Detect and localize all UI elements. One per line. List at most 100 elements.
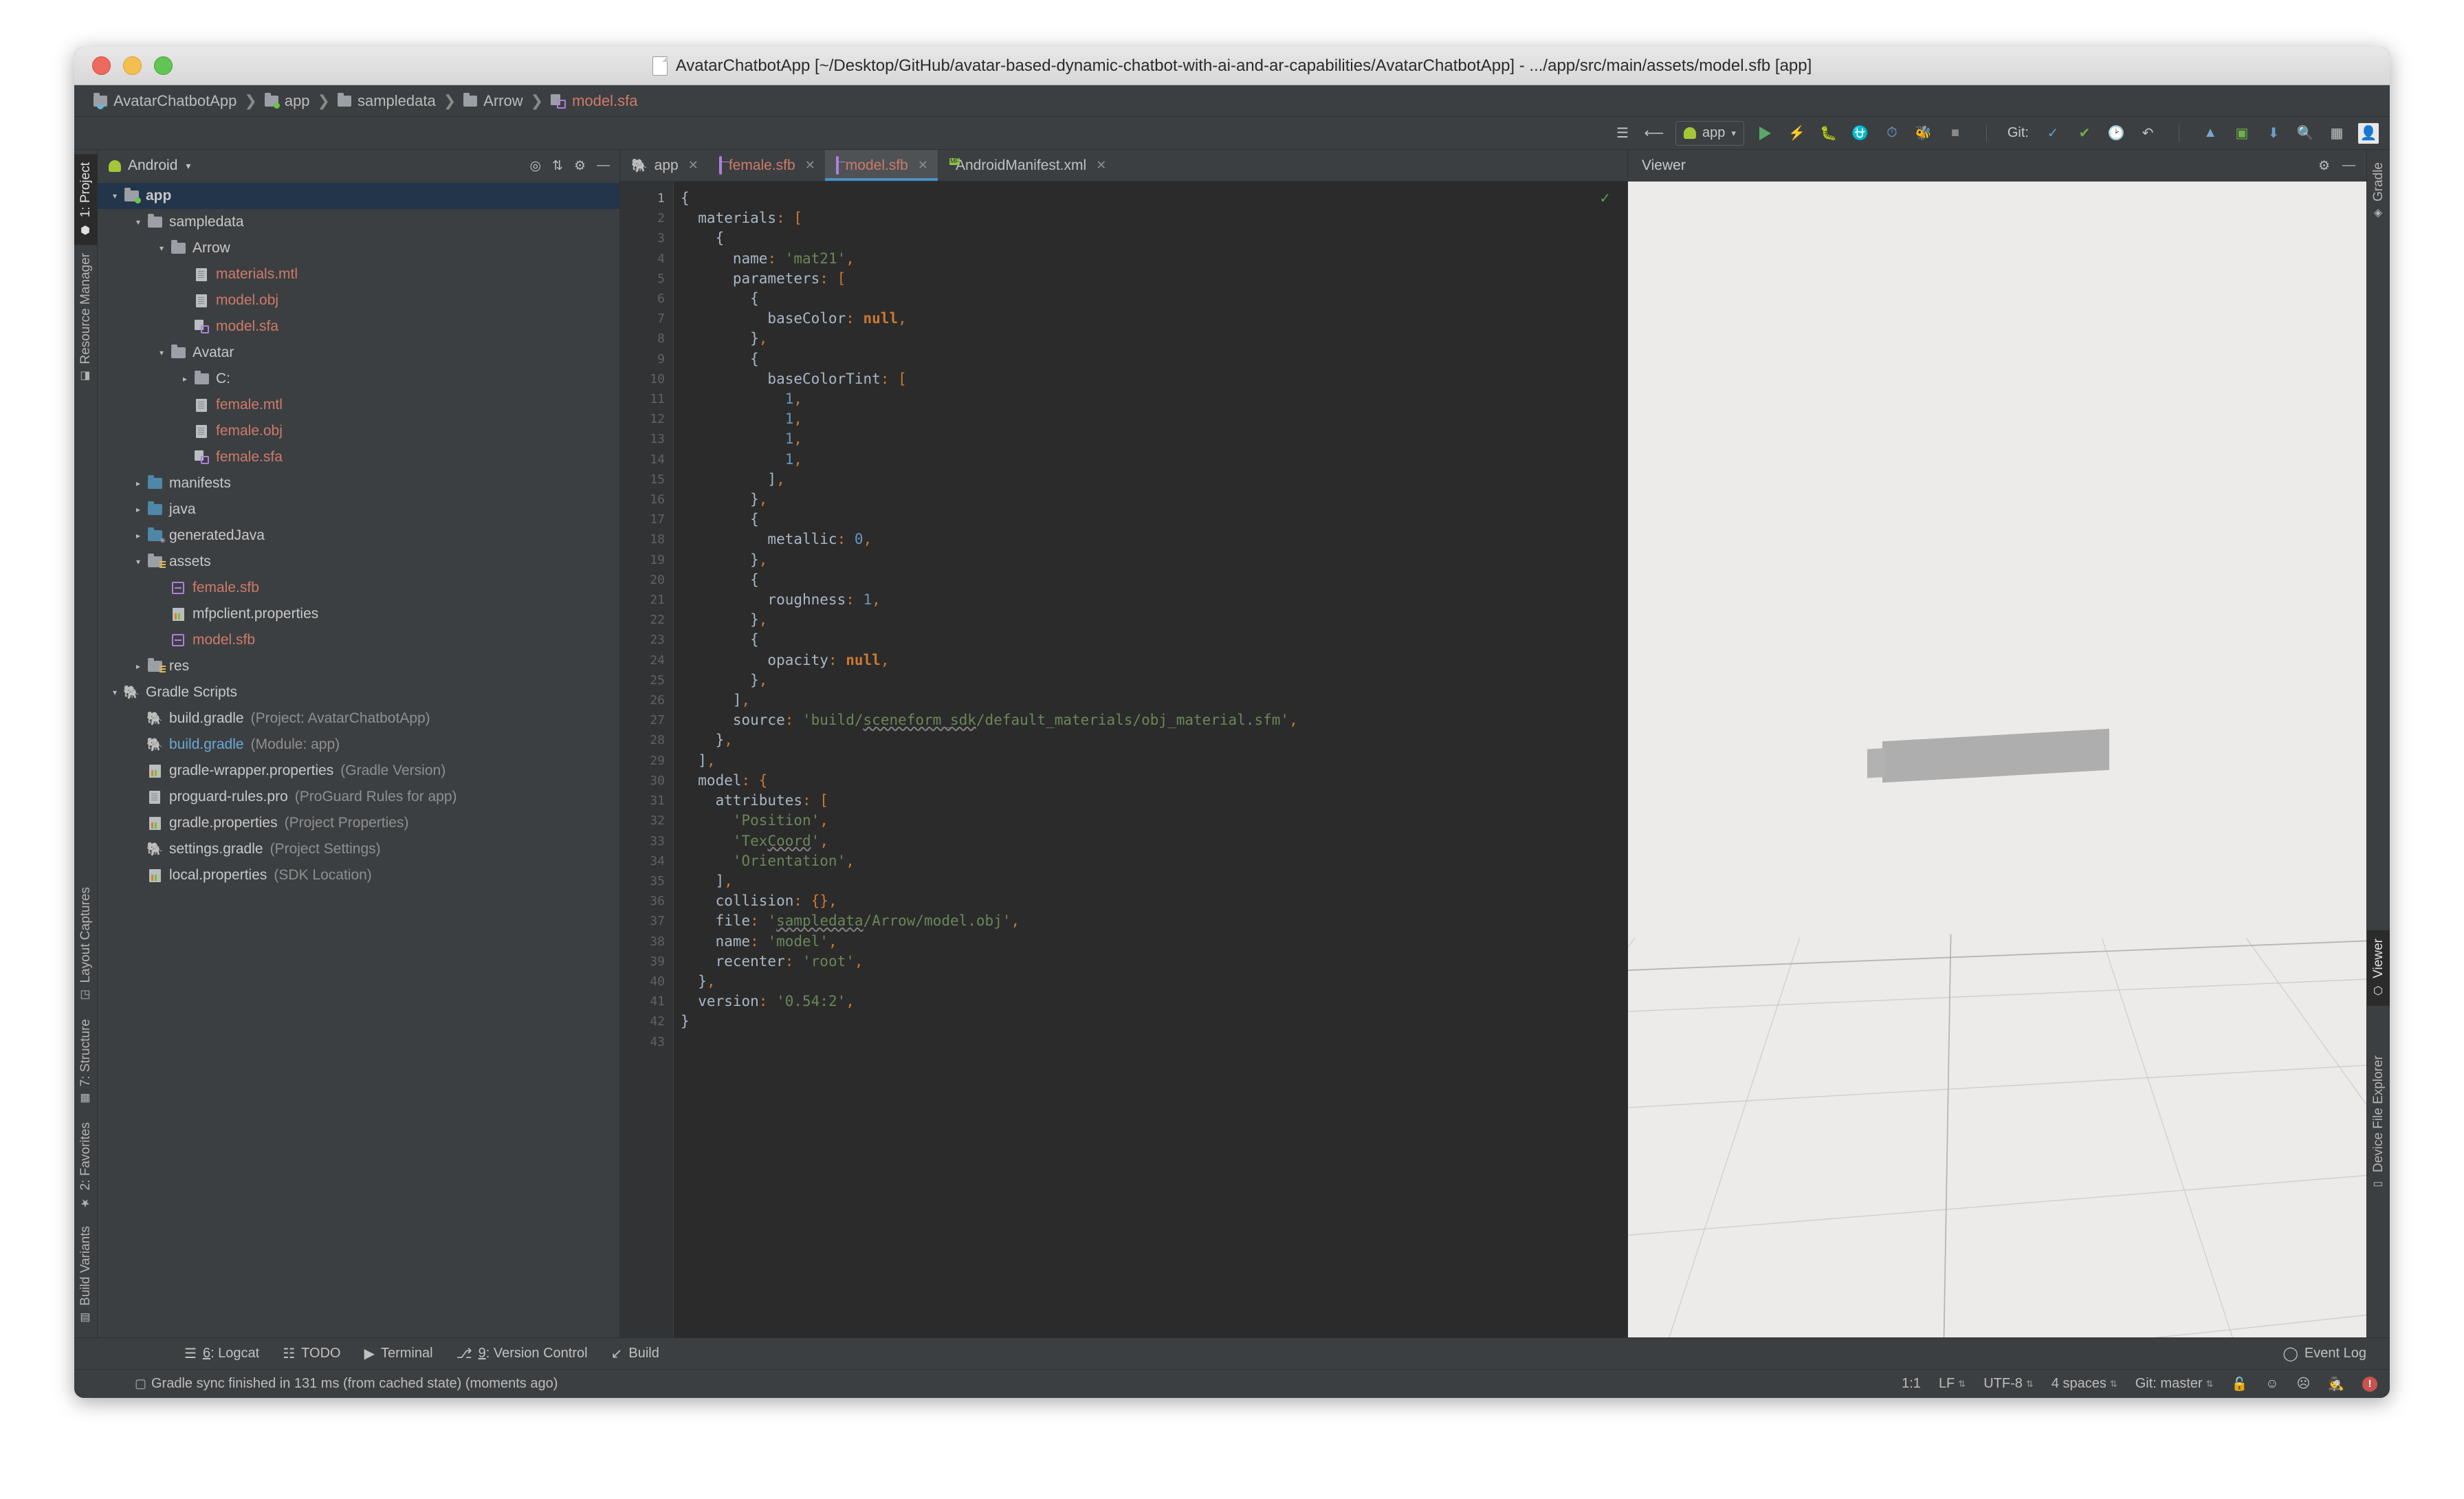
tree-row[interactable]: ▸java — [98, 496, 619, 523]
profile-icon[interactable]: ⏱ — [1882, 123, 1902, 144]
lock-open-icon[interactable]: 🔓 — [2231, 1376, 2247, 1392]
tool-window-tab-7-structure[interactable]: ▦7: Structure — [74, 1011, 98, 1114]
window-controls[interactable] — [92, 56, 173, 75]
tree-row[interactable]: ▸model.sfa — [98, 314, 619, 340]
tree-row[interactable]: ▸female.sfb — [98, 575, 619, 601]
expand-arrow-closed-icon[interactable]: ▸ — [131, 505, 146, 514]
tree-row[interactable]: ▸female.obj — [98, 418, 619, 444]
bookmark-icon[interactable]: ▢ — [135, 1377, 146, 1391]
close-tab-icon[interactable]: ✕ — [688, 158, 698, 173]
tool-window-tab-gradle[interactable]: ◈Gradle — [2367, 154, 2390, 229]
editor-tab-androidmanifest-xml[interactable]: AndroidManifest.xml✕ — [938, 150, 1116, 181]
tree-row[interactable]: ▸proguard-rules.pro(ProGuard Rules for a… — [98, 784, 619, 810]
editor-tab-app[interactable]: 🐘app✕ — [620, 150, 708, 181]
tree-row[interactable]: ▸mfpclient.properties — [98, 601, 619, 627]
expand-arrow-open-icon[interactable]: ▾ — [131, 217, 146, 227]
event-log-button[interactable]: ◯ Event Log — [2283, 1345, 2366, 1362]
tree-row[interactable]: ▸gradle-wrapper.properties(Gradle Versio… — [98, 758, 619, 784]
model-3d-canvas[interactable] — [1628, 182, 2366, 1337]
tool-window-tab-layout-captures[interactable]: ◱Layout Captures — [74, 879, 98, 1010]
update-project-icon[interactable]: ✓ — [2043, 123, 2063, 144]
expand-arrow-closed-icon[interactable]: ▸ — [131, 740, 146, 750]
expand-arrow-closed-icon[interactable]: ▸ — [131, 714, 146, 723]
expand-arrow-closed-icon[interactable]: ▸ — [131, 844, 146, 854]
caret-position[interactable]: 1:1 — [1902, 1376, 1921, 1392]
expand-arrow-closed-icon[interactable]: ▸ — [177, 426, 192, 436]
expand-arrow-closed-icon[interactable]: ▸ — [154, 609, 169, 619]
settings-gear-icon[interactable]: ⚙ — [574, 158, 586, 174]
inspection-status-icon[interactable]: ✓ — [1599, 190, 1611, 207]
project-view-selector[interactable]: Android — [128, 157, 177, 174]
tool-window-todo[interactable]: ☷TODO — [283, 1345, 340, 1362]
run-configuration-selector[interactable]: app ▾ — [1675, 121, 1744, 146]
expand-arrow-open-icon[interactable]: ▾ — [107, 191, 122, 201]
tree-row[interactable]: ▸materials.mtl — [98, 261, 619, 287]
tree-row[interactable]: ▾sampledata — [98, 209, 619, 235]
hide-icon[interactable]: — — [597, 158, 610, 173]
encoding-selector[interactable]: UTF-8⇅ — [1983, 1376, 2034, 1392]
happy-face-icon[interactable]: ☺ — [2265, 1377, 2278, 1392]
expand-arrow-closed-icon[interactable]: ▸ — [177, 270, 192, 279]
tree-row[interactable]: ▸model.obj — [98, 287, 619, 314]
close-tab-icon[interactable]: ✕ — [1096, 158, 1106, 173]
editor-tab-female-sfb[interactable]: female.sfb✕ — [708, 150, 825, 181]
device-download-icon[interactable]: ⬇ — [2263, 123, 2284, 144]
tool-window-tab-resource-manager[interactable]: ◧Resource Manager — [74, 245, 98, 392]
project-structure-icon[interactable]: ☰ — [1612, 123, 1633, 144]
expand-arrow-closed-icon[interactable]: ▸ — [154, 635, 169, 645]
select-opened-file-icon[interactable]: ◎ — [529, 158, 541, 174]
tree-row[interactable]: ▾Arrow — [98, 235, 619, 261]
expand-arrow-closed-icon[interactable]: ▸ — [177, 452, 192, 462]
tool-window-logcat[interactable]: ☰6: Logcat — [184, 1345, 259, 1362]
tree-row[interactable]: ▸res — [98, 653, 619, 679]
git-branch-selector[interactable]: Git: master⇅ — [2135, 1376, 2214, 1392]
attach-debugger-icon[interactable]: ⛎ — [1850, 123, 1871, 144]
tree-row[interactable]: ▸female.mtl — [98, 392, 619, 418]
tree-row[interactable]: ▸generatedJava — [98, 523, 619, 549]
expand-arrow-open-icon[interactable]: ▾ — [131, 557, 146, 567]
editor-tab-model-sfb[interactable]: model.sfb✕ — [825, 150, 938, 181]
expand-arrow-closed-icon[interactable]: ▸ — [131, 531, 146, 540]
run-instant-icon[interactable]: 🐝 — [1913, 123, 1934, 144]
expand-arrow-closed-icon[interactable]: ▸ — [131, 792, 146, 802]
run-icon[interactable] — [1755, 123, 1776, 144]
expand-arrow-open-icon[interactable]: ▾ — [107, 688, 122, 697]
line-separator-selector[interactable]: LF⇅ — [1939, 1376, 1966, 1392]
expand-arrow-closed-icon[interactable]: ▸ — [154, 583, 169, 593]
settings-gear-icon[interactable]: ⚙ — [2318, 158, 2330, 174]
tree-row[interactable]: ▾🐘Gradle Scripts — [98, 679, 619, 705]
layout-inspector-icon[interactable]: ▦ — [2326, 123, 2347, 144]
build-hammer-icon[interactable]: ⟵ — [1644, 123, 1664, 144]
apply-changes-icon[interactable]: ⚡ — [1787, 123, 1807, 144]
tree-row[interactable]: ▸model.sfb — [98, 627, 619, 653]
breadcrumb-item-model-sfa[interactable]: model.sfa — [551, 92, 637, 110]
expand-arrow-closed-icon[interactable]: ▸ — [177, 296, 192, 305]
expand-arrow-closed-icon[interactable]: ▸ — [177, 374, 192, 384]
tree-row[interactable]: ▸manifests — [98, 470, 619, 496]
tool-window-tab-1-project[interactable]: ⬢1: Project — [74, 154, 98, 245]
tool-window-build[interactable]: ↙Build — [611, 1345, 659, 1362]
close-window-button[interactable] — [92, 56, 111, 75]
tree-row[interactable]: ▾assets — [98, 549, 619, 575]
stop-icon[interactable]: ■ — [1945, 123, 1966, 144]
expand-arrow-closed-icon[interactable]: ▸ — [131, 479, 146, 488]
expand-arrow-closed-icon[interactable]: ▸ — [131, 766, 146, 776]
tree-row[interactable]: ▸gradle.properties(Project Properties) — [98, 810, 619, 836]
history-icon[interactable]: 🕑 — [2106, 123, 2126, 144]
sdk-manager-icon[interactable]: ▲ — [2200, 123, 2221, 144]
close-tab-icon[interactable]: ✕ — [918, 158, 928, 173]
commit-icon[interactable]: ✔ — [2074, 123, 2095, 144]
inspector-icon[interactable]: 🕵 — [2328, 1376, 2344, 1392]
tool-window-version-control[interactable]: ⎇9: Version Control — [456, 1345, 588, 1362]
error-badge-icon[interactable]: ! — [2362, 1377, 2377, 1392]
expand-arrow-closed-icon[interactable]: ▸ — [131, 818, 146, 828]
hide-icon[interactable]: — — [2342, 158, 2355, 174]
tree-row[interactable]: ▸🐘settings.gradle(Project Settings) — [98, 836, 619, 862]
tool-window-tab-build-variants[interactable]: ▤Build Variants — [74, 1218, 98, 1333]
breadcrumb-item-sampledata[interactable]: sampledata — [338, 92, 436, 110]
tree-row[interactable]: ▸🐘build.gradle(Module: app) — [98, 732, 619, 758]
editor-tabs[interactable]: 🐘app✕female.sfb✕model.sfb✕AndroidManifes… — [620, 150, 1627, 182]
close-tab-icon[interactable]: ✕ — [805, 158, 815, 173]
tree-row[interactable]: ▸female.sfa — [98, 444, 619, 470]
maximize-window-button[interactable] — [154, 56, 173, 75]
